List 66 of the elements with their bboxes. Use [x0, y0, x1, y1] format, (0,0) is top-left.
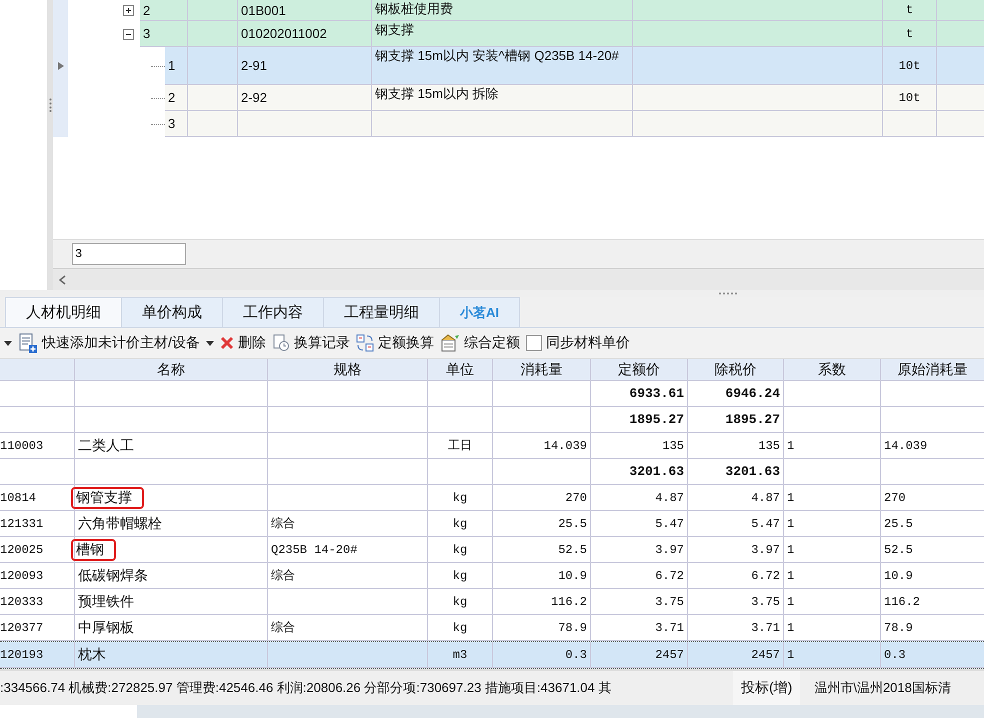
- toolbar-button[interactable]: 删除: [220, 334, 266, 352]
- table-cell: 1: [784, 642, 881, 668]
- caret-icon[interactable]: [206, 340, 214, 346]
- input-field[interactable]: 3: [72, 243, 186, 265]
- mode-label: 投标(增): [733, 671, 800, 705]
- tab[interactable]: 人材机明细: [5, 297, 122, 327]
- table-row[interactable]: 110003 二类人工 工日 14.039 135 135 1 14.039: [0, 433, 984, 459]
- tab[interactable]: 工作内容: [222, 297, 324, 327]
- splitter-handle[interactable]: [47, 0, 53, 290]
- delete-icon: [220, 336, 234, 350]
- caret-icon[interactable]: [4, 340, 12, 346]
- table-cell: 120193: [0, 642, 75, 668]
- collapse-icon[interactable]: [123, 28, 134, 40]
- file-path: 温州市\温州2018国标清: [813, 679, 951, 697]
- toolbar-button[interactable]: 快速添加未计价主材/设备: [18, 333, 200, 353]
- grip-icon: [48, 98, 52, 112]
- row-header-cell[interactable]: [53, 0, 68, 21]
- splitter-handle[interactable]: [0, 290, 984, 297]
- horizontal-scrollbar[interactable]: [53, 268, 984, 290]
- table-row[interactable]: 2 2-92 钢支撑 15m以内 拆除 10t: [165, 85, 984, 111]
- tab[interactable]: 工程量明细: [323, 297, 440, 327]
- toolbar-button[interactable]: 换算记录: [272, 334, 350, 352]
- table-row[interactable]: 120377 中厚钢板 综合 kg 78.9 3.71 3.71 1 78.9: [0, 615, 984, 641]
- sync-checkbox[interactable]: 同步材料单价: [526, 334, 630, 352]
- table-row[interactable]: 10814 钢管支撑 kg 270 4.87 4.87 1 270: [0, 485, 984, 511]
- grip-icon: [718, 292, 740, 295]
- material-name: 钢管支撑: [71, 486, 144, 508]
- table-cell: 0.3: [493, 642, 591, 668]
- scroll-left-icon[interactable]: [59, 274, 66, 284]
- table-row[interactable]: 120025 槽钢 Q235B 14-20# kg 52.5 3.97 3.97 1 52.5: [0, 537, 984, 563]
- clipboard-icon: [440, 334, 460, 352]
- cost-summary: :334566.74 机械费:272825.97 管理费:42546.46 利润:20806.26 分部分项:730697.23 措施项目:43671.04 其: [0, 679, 612, 697]
- table-row[interactable]: 3: [165, 111, 984, 137]
- table-cell: [188, 111, 238, 137]
- material-name: 中厚钢板: [78, 618, 134, 636]
- material-name: 槽钢: [71, 538, 116, 560]
- table-row[interactable]: 1 2-91 钢支撑 15m以内 安装^槽钢 Q235B 14-20# 10t: [165, 47, 984, 85]
- toolbar-button[interactable]: 综合定额: [440, 334, 520, 352]
- material-name: 预埋铁件: [78, 592, 134, 610]
- row-pointer-icon: [58, 62, 64, 70]
- table-row[interactable]: 2 01B001 钢板桩使用费 t: [140, 0, 984, 21]
- add-document-icon: [18, 333, 38, 353]
- table-row[interactable]: 120193 枕木 m3 0.3 2457 2457 1 0.3: [0, 641, 984, 669]
- table-row[interactable]: 120333 预埋铁件 kg 116.2 3.75 3.75 1 116.2: [0, 589, 984, 615]
- table-cell: m3: [428, 642, 493, 668]
- table-cell: 2457: [591, 642, 688, 668]
- table-row[interactable]: 3 010202011002 钢支撑 t: [140, 21, 984, 47]
- table-row[interactable]: 3201.63 3201.63: [0, 459, 984, 485]
- table-row[interactable]: 120093 低碳钢焊条 综合 kg 10.9 6.72 6.72 1 10.9: [0, 563, 984, 589]
- document-clock-icon: [272, 334, 290, 352]
- row-header-cell[interactable]: [53, 111, 68, 137]
- material-name: 六角带帽螺栓: [78, 514, 162, 532]
- toolbar-button[interactable]: 定额换算: [356, 334, 434, 352]
- table-cell: 3: [165, 111, 188, 137]
- table-cell: 0.3: [881, 642, 984, 668]
- tab[interactable]: 单价构成: [121, 297, 223, 327]
- material-name: 低碳钢焊条: [78, 566, 148, 584]
- table-row[interactable]: 121331 六角带帽螺栓 综合 kg 25.5 5.47 5.47 1 25.5: [0, 511, 984, 537]
- swap-icon: [356, 334, 374, 352]
- material-name: 枕木: [78, 646, 106, 664]
- table-cell: 2457: [688, 642, 784, 668]
- material-name: 二类人工: [78, 436, 134, 454]
- table-row[interactable]: 6933.61 6946.24: [0, 381, 984, 407]
- expand-icon[interactable]: [123, 5, 134, 16]
- table-cell: [883, 111, 937, 137]
- table-row[interactable]: 1895.27 1895.27: [0, 407, 984, 433]
